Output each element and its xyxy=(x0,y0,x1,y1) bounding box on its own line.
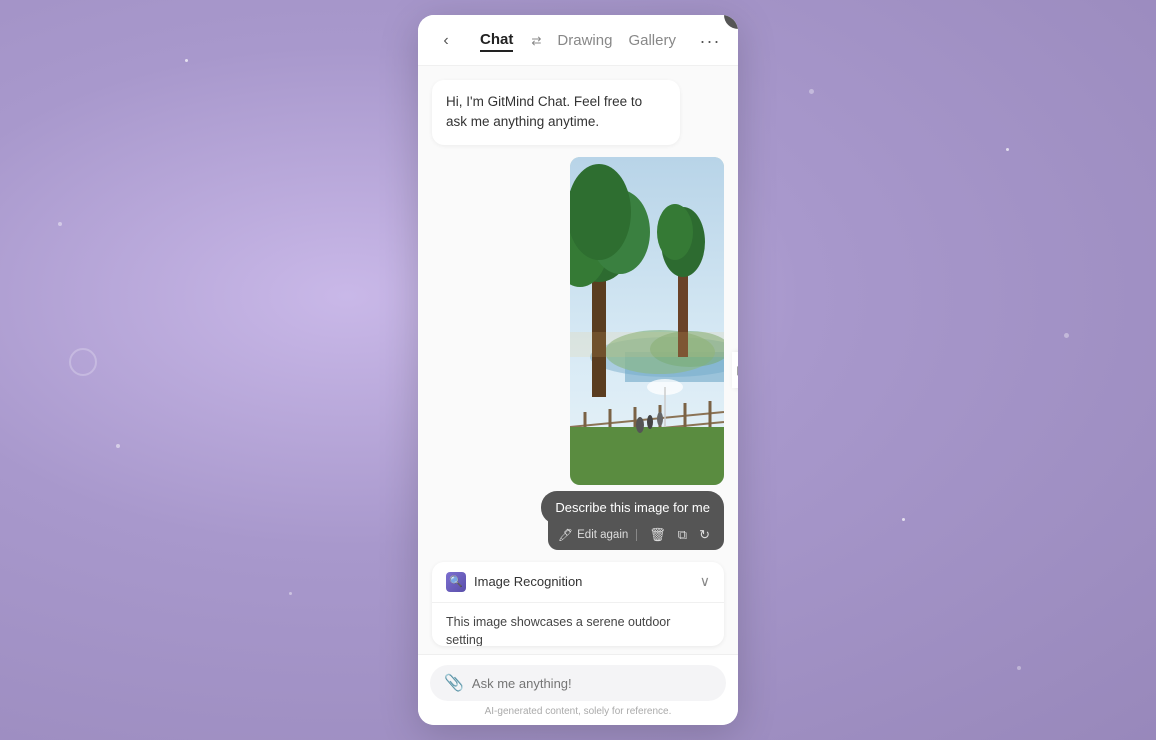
disclaimer-text: AI-generated content, solely for referen… xyxy=(430,706,726,717)
header-tabs: Chat ⇄ Drawing Gallery xyxy=(468,31,688,52)
copy-message-button[interactable]: ⧉ xyxy=(674,525,691,545)
tab-chat[interactable]: Chat xyxy=(480,31,513,52)
attach-icon[interactable]: 📎 xyxy=(444,673,464,693)
chat-input[interactable] xyxy=(472,676,712,691)
chat-body: Hi, I'm GitMind Chat. Feel free to ask m… xyxy=(418,66,738,654)
tab-drawing[interactable]: Drawing xyxy=(557,32,612,51)
user-message-bubble: Describe this image for me xyxy=(541,491,724,524)
edit-icon: 🖊 xyxy=(558,528,573,542)
chat-tab-icon: ⇄ xyxy=(531,34,541,48)
back-button[interactable]: ‹ xyxy=(432,27,460,55)
ai-response-label: 🔍 Image Recognition xyxy=(446,572,582,592)
edit-again-button[interactable]: 🖊 Edit again xyxy=(558,528,628,542)
delete-message-button[interactable]: 🗑 xyxy=(645,525,670,545)
welcome-message: Hi, I'm GitMind Chat. Feel free to ask m… xyxy=(432,80,680,145)
tab-gallery[interactable]: Gallery xyxy=(628,32,676,51)
chat-header: ‹ Chat ⇄ Drawing Gallery ··· xyxy=(418,15,738,66)
expand-panel-button[interactable]: ▶ xyxy=(732,352,738,388)
action-separator xyxy=(636,529,637,541)
chat-input-area: 📎 AI-generated content, solely for refer… xyxy=(418,654,738,725)
image-recognition-icon: 🔍 xyxy=(446,572,466,592)
input-row: 📎 xyxy=(430,665,726,701)
chevron-down-icon: ∨ xyxy=(700,573,710,590)
ai-response-body: This image showcases a serene outdoor se… xyxy=(432,603,724,647)
refresh-message-button[interactable]: ↻ xyxy=(695,525,714,545)
message-actions-bar: 🖊 Edit again 🗑 ⧉ ↻ xyxy=(548,520,724,550)
chat-panel: ✕ ▶ ‹ Chat ⇄ Drawing Gallery ··· Hi, I'm… xyxy=(418,15,738,725)
uploaded-image xyxy=(570,157,724,485)
more-options-button[interactable]: ··· xyxy=(696,27,724,55)
ai-response-block: 🔍 Image Recognition ∨ This image showcas… xyxy=(432,562,724,647)
ai-response-header[interactable]: 🔍 Image Recognition ∨ xyxy=(432,562,724,603)
user-message-area: Describe this image for me 🖊 Edit again … xyxy=(541,157,724,550)
